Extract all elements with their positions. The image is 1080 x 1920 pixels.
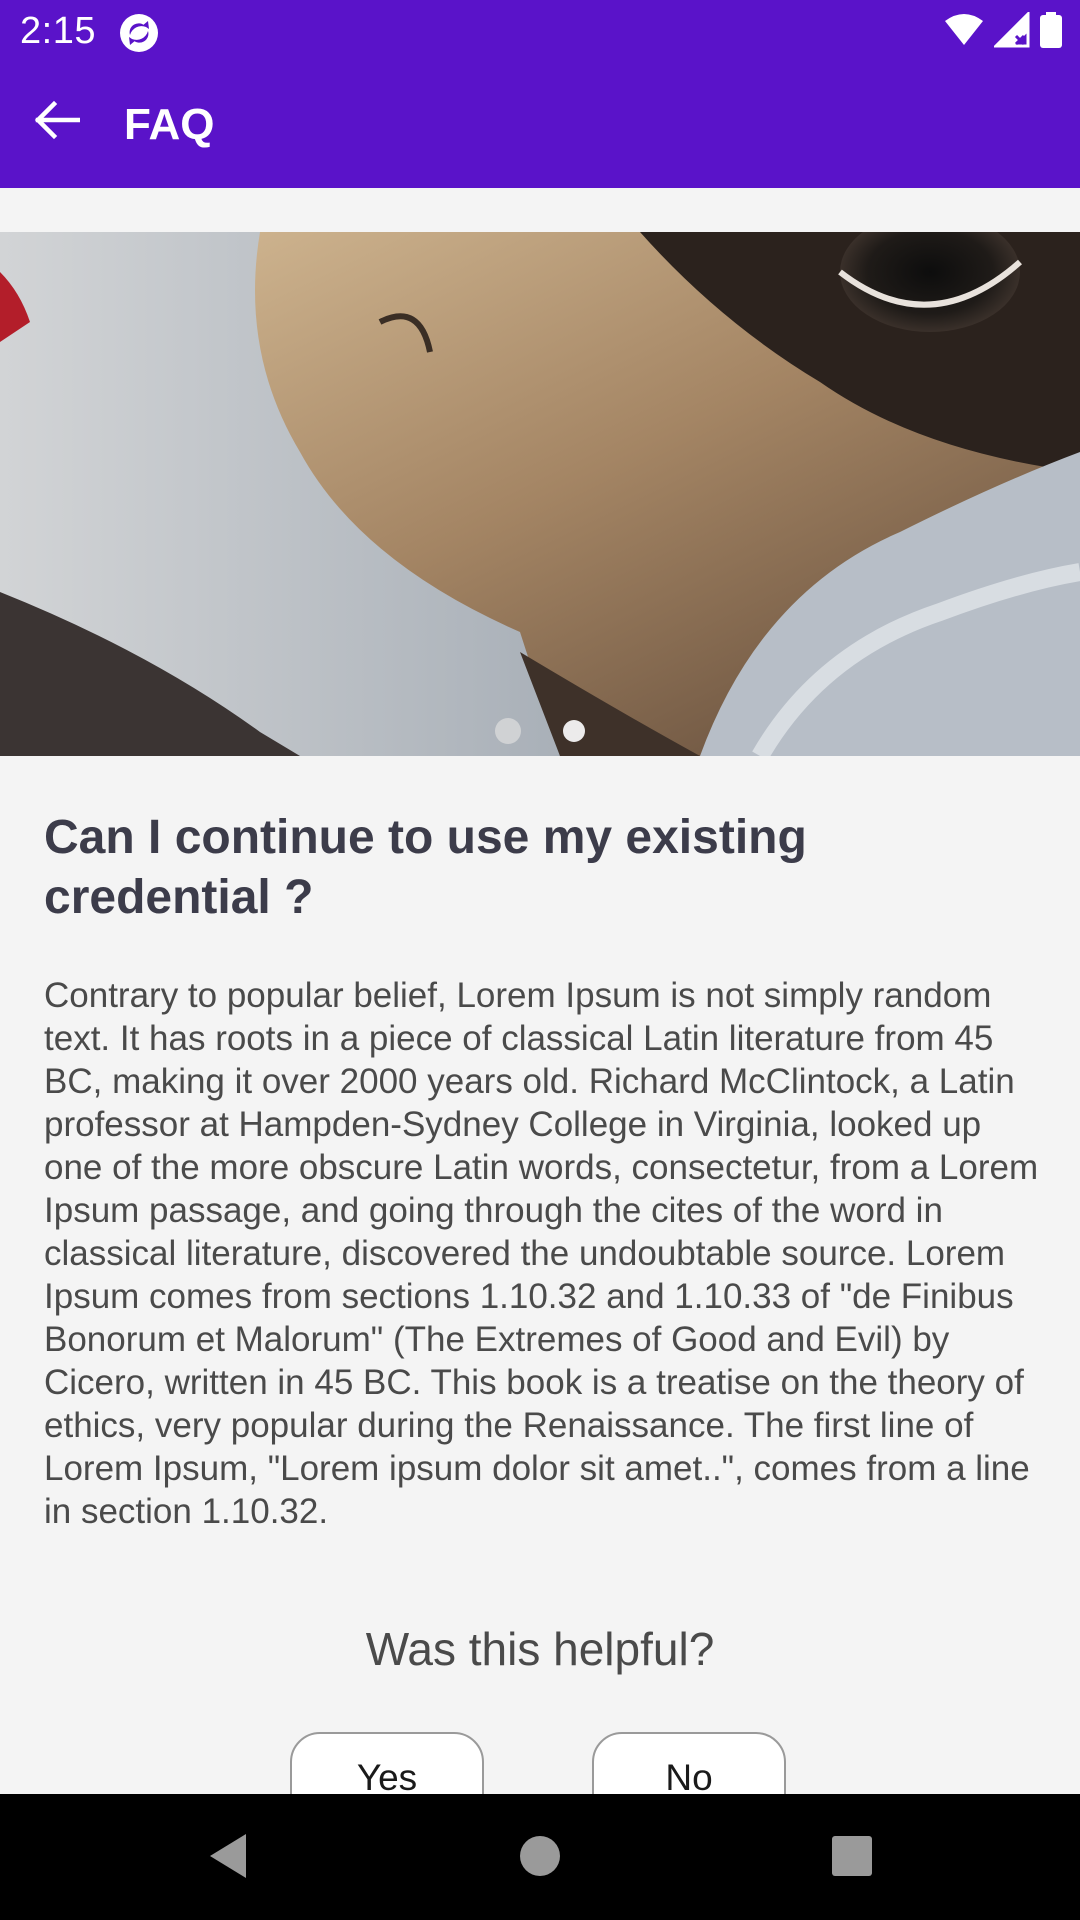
nav-recents-button[interactable] bbox=[824, 1830, 880, 1886]
status-time: 2:15 bbox=[20, 10, 96, 52]
sync-app-icon bbox=[118, 12, 160, 54]
nav-back-button[interactable] bbox=[200, 1830, 256, 1886]
app-bar: FAQ bbox=[0, 64, 1080, 188]
carousel-photo bbox=[0, 232, 1080, 756]
status-bar: 2:15 bbox=[0, 0, 1080, 64]
arrow-left-icon bbox=[32, 100, 81, 145]
wifi-icon bbox=[944, 13, 984, 52]
back-button[interactable] bbox=[18, 84, 94, 160]
home-circle-icon bbox=[518, 1834, 562, 1883]
nav-home-button[interactable] bbox=[512, 1830, 568, 1886]
status-icons bbox=[944, 9, 1062, 53]
helpful-prompt: Was this helpful? bbox=[365, 1623, 715, 1675]
cell-signal-icon bbox=[992, 9, 1030, 53]
faq-answer: Contrary to popular belief, Lorem Ipsum … bbox=[44, 976, 1039, 1531]
page-title: FAQ bbox=[124, 100, 215, 149]
back-triangle-icon bbox=[206, 1832, 250, 1885]
faq-question: Can I continue to use my existing creden… bbox=[44, 811, 807, 924]
carousel-dot[interactable] bbox=[495, 718, 521, 744]
carousel-indicator bbox=[0, 718, 1080, 744]
image-carousel[interactable] bbox=[0, 232, 1080, 756]
system-nav-bar bbox=[0, 1794, 1080, 1920]
battery-icon bbox=[1040, 11, 1062, 53]
recents-square-icon bbox=[831, 1835, 873, 1882]
carousel-dot-active[interactable] bbox=[563, 720, 585, 742]
